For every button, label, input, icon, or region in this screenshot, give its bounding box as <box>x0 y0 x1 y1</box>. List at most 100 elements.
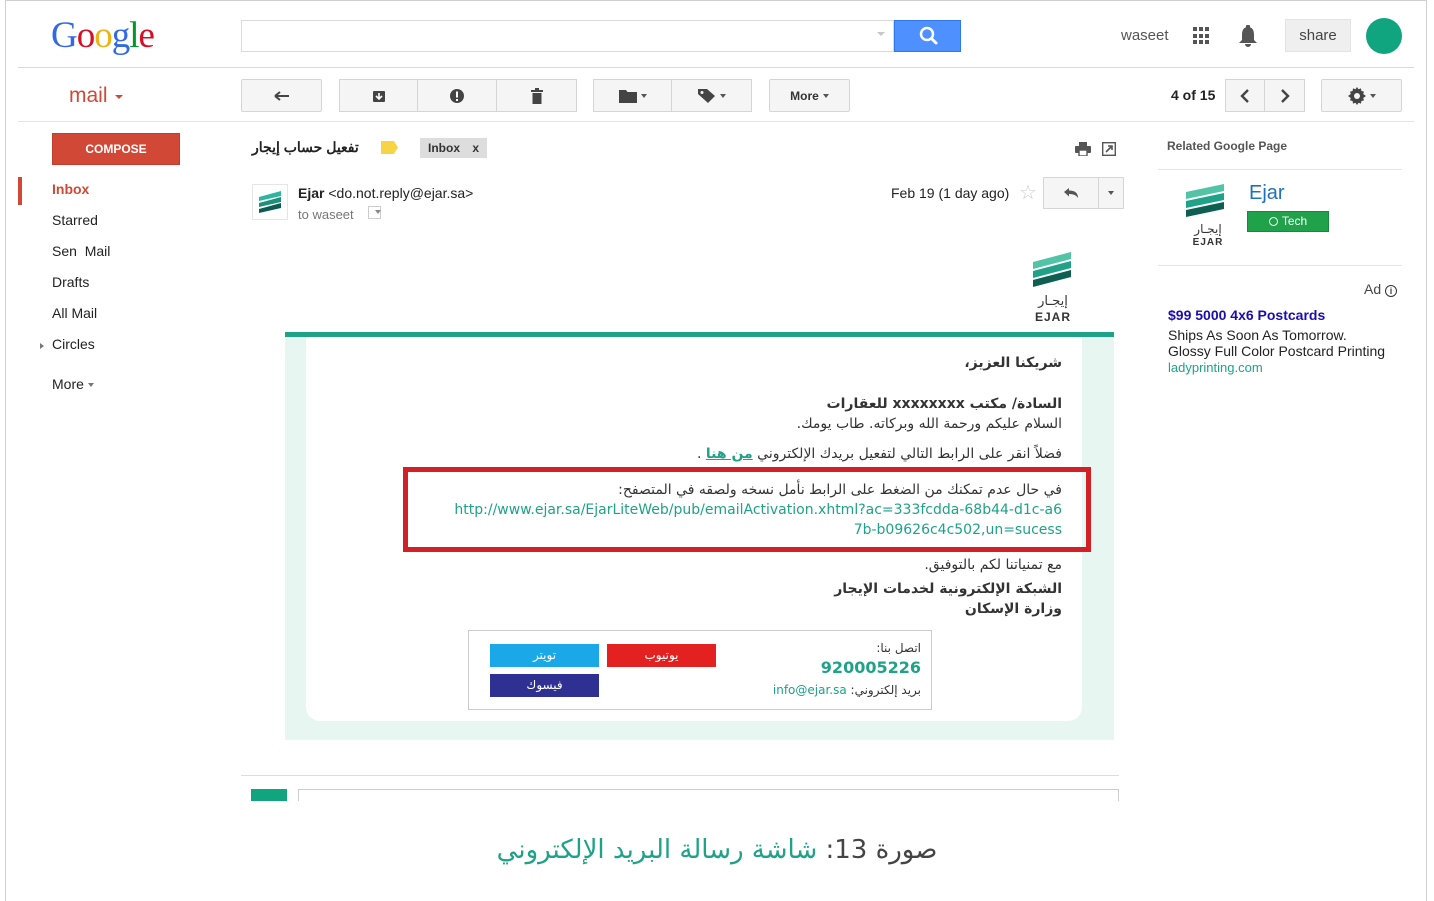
ad-title[interactable]: $99 5000 4x6 Postcards <box>1168 307 1325 323</box>
older-button[interactable] <box>1265 79 1305 112</box>
user-name[interactable]: waseet <box>1121 27 1169 44</box>
newer-button[interactable] <box>1225 79 1265 112</box>
inbox-label-chip[interactable]: Inbox x <box>420 138 487 158</box>
ejar-logo-latin: EJAR <box>1034 310 1071 324</box>
caret-down-icon <box>1108 191 1114 195</box>
sidebar-item-more[interactable]: More <box>52 376 94 392</box>
back-arrow-icon <box>273 90 289 101</box>
reply-actions-group <box>1043 177 1124 209</box>
logo-letter: l <box>129 15 139 56</box>
figure-caption: صورة 13: شاشة رسالة البريد الإلكتروني <box>0 835 1434 865</box>
apps-grid-icon[interactable] <box>1193 27 1211 45</box>
follow-badge[interactable]: Tech <box>1247 211 1329 232</box>
sidebar-item-inbox[interactable]: Inbox <box>52 181 89 197</box>
reply-options-button[interactable] <box>1099 177 1124 209</box>
more-actions-button[interactable]: More <box>769 79 850 112</box>
related-page-title: Related Google Page <box>1167 139 1288 153</box>
caret-down-icon <box>375 210 381 214</box>
inbox-label-text: Inbox <box>428 141 460 155</box>
search-input[interactable] <box>241 20 894 52</box>
related-page-logo[interactable] <box>1184 182 1228 227</box>
caret-down-icon <box>640 93 647 98</box>
back-button[interactable] <box>241 79 322 112</box>
sidebar-item-starred[interactable]: Starred <box>52 212 98 228</box>
sidebar-item-drafts[interactable]: Drafts <box>52 274 89 290</box>
sender[interactable]: Ejar <do.not.reply@ejar.sa> <box>298 185 473 201</box>
caret-down-icon <box>822 93 829 98</box>
caret-down-icon <box>1369 93 1376 98</box>
signature-line-2: وزارة الإسكان <box>964 601 1062 617</box>
search-button[interactable] <box>894 20 961 52</box>
sender-email: <do.not.reply@ejar.sa> <box>328 185 474 201</box>
mail-switcher-caret-icon[interactable] <box>115 95 123 99</box>
email-instruction: فضلاً انقر على الرابط التالي لتفعيل بريد… <box>697 446 1062 462</box>
logo-letter: e <box>138 15 155 56</box>
search-dropdown-caret-icon[interactable] <box>877 32 885 36</box>
label-tag-icon <box>697 88 715 103</box>
chevron-right-icon <box>1280 88 1290 103</box>
notifications-bell-icon[interactable] <box>1238 25 1258 54</box>
move-to-button[interactable] <box>593 79 672 112</box>
contact-label: اتصل بنا: <box>876 641 921 655</box>
recipient-details-toggle[interactable] <box>368 206 381 219</box>
right-panel-divider <box>1158 265 1402 266</box>
archive-button[interactable] <box>339 79 418 112</box>
sender-name: Ejar <box>298 185 325 201</box>
account-avatar[interactable] <box>1366 18 1402 54</box>
remove-label-icon[interactable]: x <box>472 138 479 158</box>
delete-button[interactable] <box>497 79 577 112</box>
sidebar-item-sent-mail[interactable]: Sen Mail <box>52 243 110 259</box>
sidebar-item-all-mail[interactable]: All Mail <box>52 305 97 321</box>
ejar-logo-icon <box>259 191 281 213</box>
activation-link[interactable]: من هنا <box>706 446 753 462</box>
related-page-name[interactable]: Ejar <box>1249 182 1285 205</box>
fallback-instruction: في حال عدم تمكنك من الضغط على الرابط نأم… <box>618 482 1062 498</box>
google-logo[interactable]: Google <box>51 14 155 57</box>
labels-button[interactable] <box>672 79 752 112</box>
compose-button[interactable]: COMPOSE <box>52 133 180 165</box>
folder-icon <box>618 89 637 103</box>
open-new-window-icon[interactable] <box>1101 141 1117 161</box>
right-panel-divider <box>1158 169 1402 170</box>
star-icon[interactable]: ☆ <box>1019 180 1037 205</box>
sidebar-item-circles[interactable]: Circles <box>52 336 95 352</box>
more-actions-label: More <box>790 88 819 103</box>
chevron-left-icon <box>1240 88 1249 103</box>
mail-switcher[interactable]: mail <box>69 84 108 108</box>
instruction-text: فضلاً انقر على الرابط التالي لتفعيل بريد… <box>757 446 1062 462</box>
twitter-button[interactable]: تويتر <box>490 644 599 667</box>
report-spam-button[interactable] <box>418 79 497 112</box>
email-addressee: السادة/ مكتب xxxxxxxx للعقارات <box>826 396 1062 412</box>
caret-down-icon <box>719 93 726 98</box>
trash-icon <box>530 87 543 104</box>
facebook-button[interactable]: فيسوك <box>490 674 599 697</box>
expand-circles-icon[interactable] <box>40 343 44 349</box>
ad-url[interactable]: ladyprinting.com <box>1168 360 1263 375</box>
signature-line-1: الشبكة الإلكترونية لخدمات الإيجار <box>834 581 1062 597</box>
caret-down-icon <box>87 383 94 388</box>
contact-phone[interactable]: 920005226 <box>821 658 921 677</box>
activation-url-line-2[interactable]: 7b-b09626c4c502,un=sucess <box>854 522 1062 538</box>
ad-indicator: Ad i <box>1364 281 1398 297</box>
organize-actions-group <box>593 79 752 112</box>
reply-input[interactable] <box>298 789 1119 801</box>
ad-line-2: Glossy Full Color Postcard Printing <box>1168 343 1386 359</box>
ad-line-1: Ships As Soon As Tomorrow. <box>1168 327 1347 343</box>
share-button[interactable]: share <box>1285 19 1351 52</box>
info-icon[interactable]: i <box>1385 285 1398 297</box>
sender-avatar[interactable] <box>252 184 288 220</box>
contact-email-row: بريد إلكتروني: info@ejar.sa <box>773 683 921 697</box>
reply-icon <box>1064 188 1078 198</box>
reply-button[interactable] <box>1043 177 1099 209</box>
reply-avatar <box>251 789 287 801</box>
pagination-group <box>1225 79 1305 112</box>
logo-letter: G <box>51 15 78 56</box>
ejar-logo-icon <box>1186 184 1224 217</box>
settings-button[interactable] <box>1321 79 1402 112</box>
youtube-button[interactable]: يوتيوب <box>607 644 716 667</box>
contact-email[interactable]: info@ejar.sa <box>773 683 847 697</box>
caption-title: شاشة رسالة البريد الإلكتروني <box>496 835 818 865</box>
activation-url-line-1[interactable]: http://www.ejar.sa/EjarLiteWeb/pub/email… <box>454 502 1062 518</box>
message-divider <box>241 775 1119 776</box>
print-icon[interactable] <box>1075 142 1091 161</box>
